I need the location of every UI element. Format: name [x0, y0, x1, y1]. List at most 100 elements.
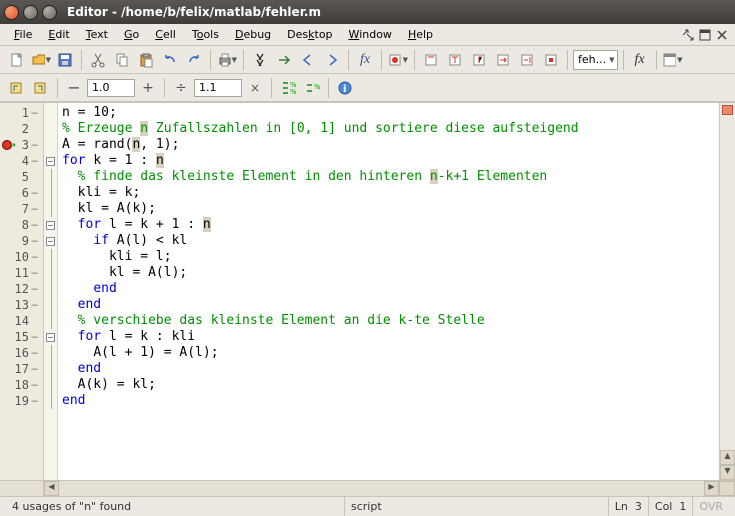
menu-edit[interactable]: Edit — [40, 26, 77, 43]
window-layout-icon[interactable]: ▼ — [662, 49, 684, 71]
undock-icon[interactable] — [681, 28, 695, 42]
multiply-value[interactable]: 1.1 — [194, 79, 242, 97]
debug-step-icon[interactable] — [420, 49, 442, 71]
line-number[interactable]: 14 — [0, 313, 43, 329]
scroll-up-icon[interactable]: ▲ — [720, 450, 735, 465]
cell-next-icon[interactable] — [30, 77, 52, 99]
line-number[interactable]: 13− — [0, 297, 43, 313]
bookmark-fwd-icon[interactable] — [321, 49, 343, 71]
fold-cell[interactable] — [44, 313, 57, 329]
code-line[interactable]: if A(l) < kl — [62, 233, 719, 249]
fold-toggle-icon[interactable]: − — [46, 157, 55, 166]
fx-insert-icon[interactable]: fx — [629, 49, 651, 71]
debug-stop-icon[interactable] — [540, 49, 562, 71]
dock-icon[interactable] — [698, 28, 712, 42]
fold-column[interactable]: − − − − — [44, 103, 58, 480]
line-number[interactable]: 19− — [0, 393, 43, 409]
line-number[interactable]: 16− — [0, 345, 43, 361]
code-line[interactable]: A(k) = kl; — [62, 377, 719, 393]
line-gutter[interactable]: 1−2➔3−4−56−7−8−9−10−11−12−13−1415−16−17−… — [0, 103, 44, 480]
cell-insert-icon[interactable]: %% — [277, 77, 299, 99]
line-number[interactable]: 12− — [0, 281, 43, 297]
fold-cell[interactable]: − — [44, 153, 57, 169]
fold-cell[interactable]: − — [44, 233, 57, 249]
menu-tools[interactable]: Tools — [184, 26, 227, 43]
code-line[interactable]: for k = 1 : n — [62, 153, 719, 169]
print-icon[interactable]: ▼ — [216, 49, 238, 71]
menu-desktop[interactable]: Desktop — [279, 26, 340, 43]
menu-file[interactable]: File — [6, 26, 40, 43]
menu-text[interactable]: Text — [78, 26, 116, 43]
line-number[interactable]: 6− — [0, 185, 43, 201]
code-line[interactable]: kl = A(k); — [62, 201, 719, 217]
fold-cell[interactable] — [44, 201, 57, 217]
line-number[interactable]: 15− — [0, 329, 43, 345]
fold-cell[interactable] — [44, 185, 57, 201]
debug-runto-icon[interactable] — [516, 49, 538, 71]
fold-cell[interactable] — [44, 249, 57, 265]
code-line[interactable]: end — [62, 281, 719, 297]
menu-cell[interactable]: Cell — [147, 26, 184, 43]
code-line[interactable]: % finde das kleinste Element in den hint… — [62, 169, 719, 185]
stack-combo[interactable]: feh...▼ — [573, 50, 618, 70]
undo-icon[interactable] — [159, 49, 181, 71]
code-line[interactable]: kl = A(l); — [62, 265, 719, 281]
fold-cell[interactable] — [44, 281, 57, 297]
error-strip[interactable] — [720, 103, 735, 450]
debug-continue-icon[interactable] — [492, 49, 514, 71]
menu-debug[interactable]: Debug — [227, 26, 279, 43]
code-line[interactable]: end — [62, 297, 719, 313]
bookmark-back-icon[interactable] — [297, 49, 319, 71]
fold-toggle-icon[interactable]: − — [46, 237, 55, 246]
cut-icon[interactable] — [87, 49, 109, 71]
fold-cell[interactable] — [44, 121, 57, 137]
fold-cell[interactable] — [44, 137, 57, 153]
debug-step-in-icon[interactable] — [444, 49, 466, 71]
plus-icon[interactable]: + — [137, 77, 159, 99]
line-number[interactable]: 18− — [0, 377, 43, 393]
line-number[interactable]: 9− — [0, 233, 43, 249]
cell-prev-icon[interactable] — [6, 77, 28, 99]
line-number[interactable]: 5 — [0, 169, 43, 185]
vertical-scrollbar[interactable]: ▲ ▼ — [719, 103, 735, 480]
menu-window[interactable]: Window — [341, 26, 400, 43]
scroll-left-icon[interactable]: ◀ — [44, 481, 59, 496]
increment-value[interactable]: 1.0 — [87, 79, 135, 97]
code-line[interactable]: kli = l; — [62, 249, 719, 265]
line-number[interactable]: 7− — [0, 201, 43, 217]
fold-cell[interactable] — [44, 361, 57, 377]
fold-cell[interactable] — [44, 345, 57, 361]
code-area[interactable]: n = 10;% Erzeuge n Zufallszahlen in [0, … — [58, 103, 719, 480]
line-number[interactable]: 2 — [0, 121, 43, 137]
fold-cell[interactable] — [44, 265, 57, 281]
line-number[interactable]: 17− — [0, 361, 43, 377]
line-number[interactable]: 10− — [0, 249, 43, 265]
copy-icon[interactable] — [111, 49, 133, 71]
code-line[interactable]: n = 10; — [62, 105, 719, 121]
minus-icon[interactable]: − — [63, 77, 85, 99]
debug-step-out-icon[interactable] — [468, 49, 490, 71]
code-line[interactable]: A = rand(n, 1); — [62, 137, 719, 153]
code-line[interactable]: % Erzeuge n Zufallszahlen in [0, 1] und … — [62, 121, 719, 137]
line-number[interactable]: 4− — [0, 153, 43, 169]
open-file-icon[interactable]: ▼ — [30, 49, 52, 71]
code-line[interactable]: for l = k + 1 : n — [62, 217, 719, 233]
close-panel-icon[interactable] — [715, 28, 729, 42]
window-minimize-button[interactable] — [23, 5, 38, 20]
scroll-right-icon[interactable]: ▶ — [704, 481, 719, 496]
fold-cell[interactable] — [44, 169, 57, 185]
fold-cell[interactable] — [44, 377, 57, 393]
line-number[interactable]: 11− — [0, 265, 43, 281]
paste-icon[interactable] — [135, 49, 157, 71]
fold-cell[interactable] — [44, 297, 57, 313]
times-icon[interactable]: × — [244, 77, 266, 99]
fold-cell[interactable]: − — [44, 217, 57, 233]
line-number[interactable]: ➔3− — [0, 137, 43, 153]
find-icon[interactable] — [249, 49, 271, 71]
window-maximize-button[interactable] — [42, 5, 57, 20]
menu-help[interactable]: Help — [400, 26, 441, 43]
fold-toggle-icon[interactable]: − — [46, 333, 55, 342]
save-icon[interactable] — [54, 49, 76, 71]
info-icon[interactable]: i — [334, 77, 356, 99]
fold-toggle-icon[interactable]: − — [46, 221, 55, 230]
